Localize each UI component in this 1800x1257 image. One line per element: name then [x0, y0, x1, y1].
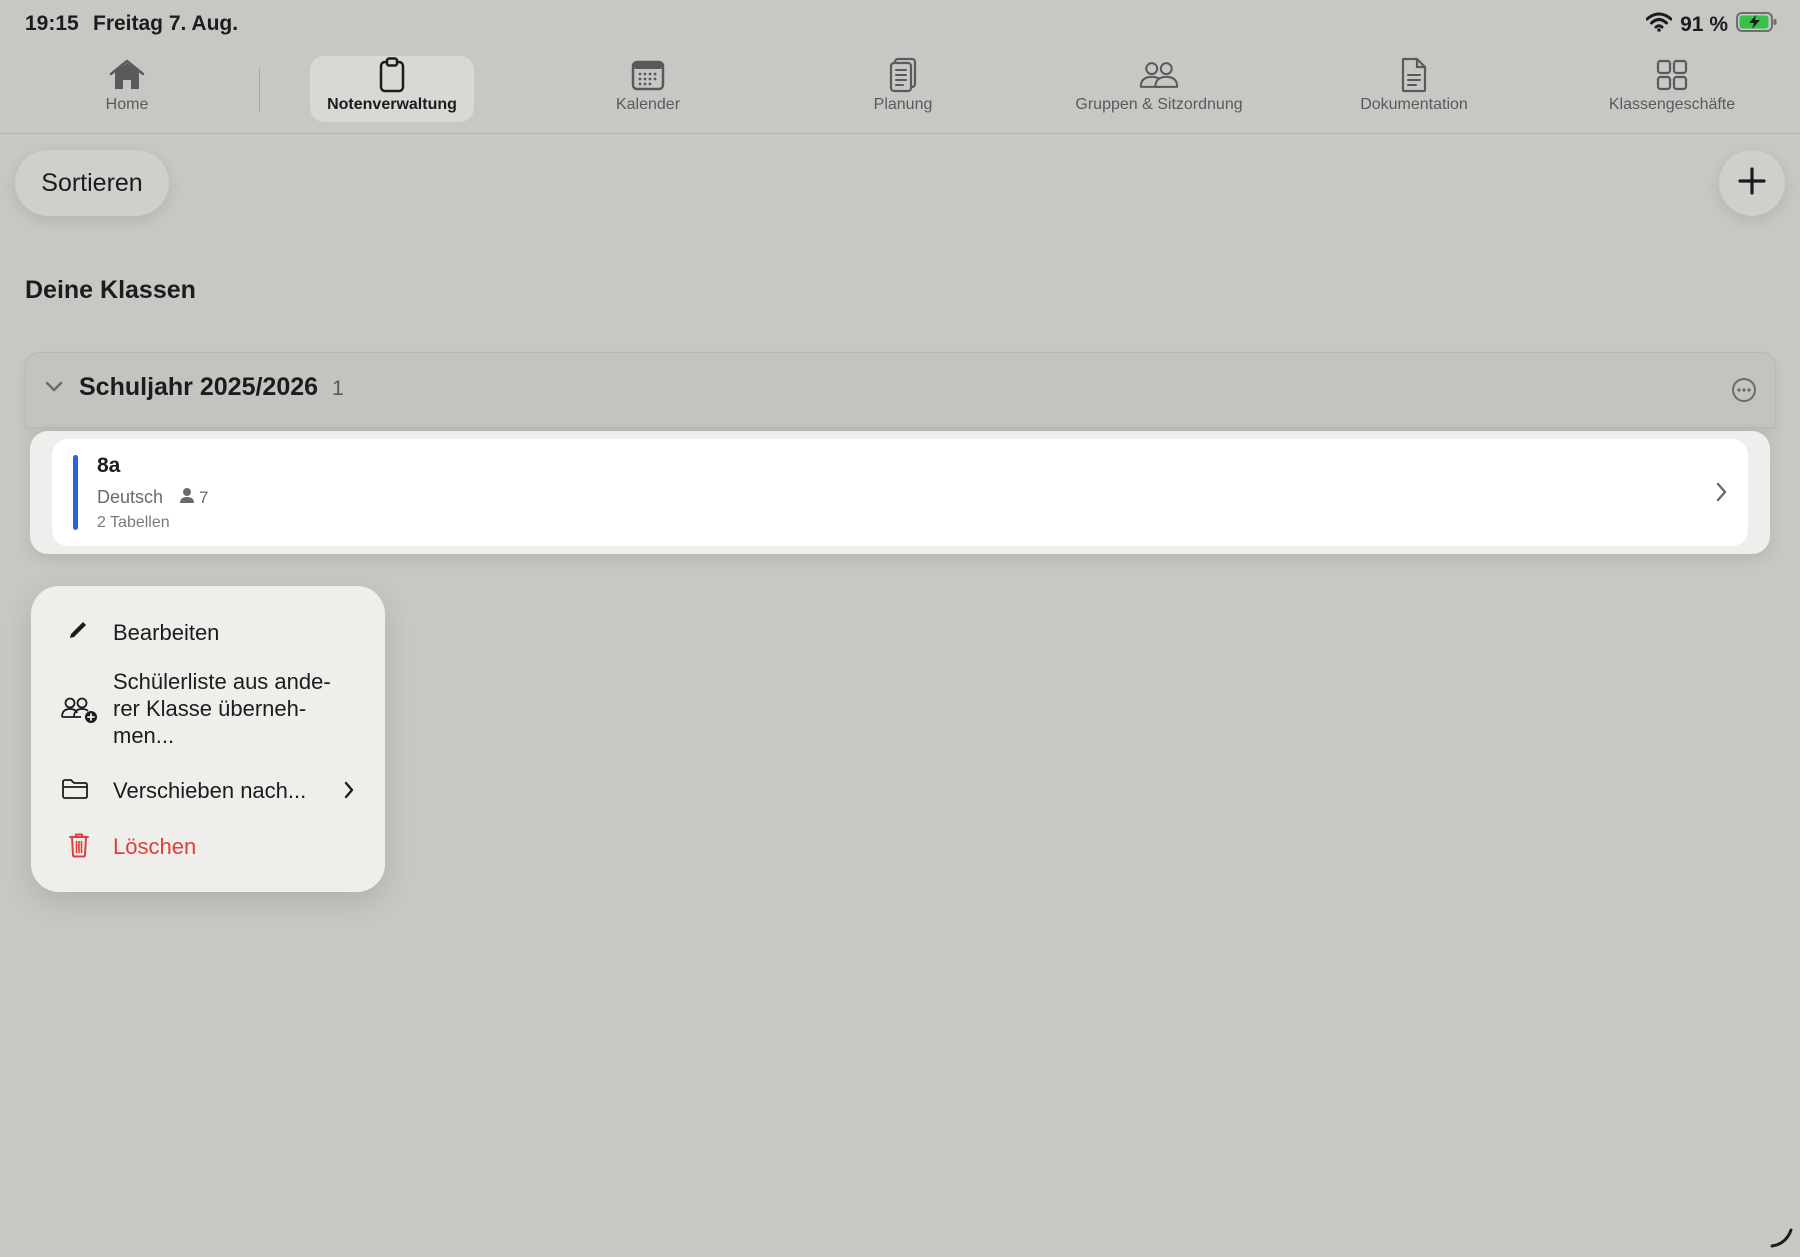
chevron-down-icon[interactable]	[44, 379, 64, 398]
menu-item-delete[interactable]: Löschen	[31, 824, 385, 868]
tab-bar: Home Notenverwaltung Kalender Planung Gr…	[0, 52, 1800, 134]
menu-label: Verschieben nach...	[113, 778, 307, 803]
class-name: 8a	[97, 454, 121, 477]
status-indicators: 91 %	[1645, 11, 1778, 38]
pencil-icon	[67, 619, 89, 646]
wifi-icon	[1645, 12, 1673, 37]
add-class-button[interactable]	[1719, 150, 1785, 216]
plus-icon	[1737, 166, 1767, 201]
class-card[interactable]: 8a Deutsch 7 2 Tabellen	[52, 439, 1748, 546]
house-icon	[107, 56, 147, 94]
sort-button[interactable]: Sortieren	[15, 150, 169, 216]
tab-notenverwaltung[interactable]: Notenverwaltung	[310, 56, 474, 122]
more-options-icon[interactable]	[1731, 377, 1757, 408]
document-stack-icon	[883, 56, 923, 94]
section-title: Deine Klassen	[25, 276, 196, 304]
folder-icon	[61, 778, 89, 805]
class-subject: Deutsch	[97, 487, 164, 507]
tab-label: Home	[105, 96, 149, 113]
battery-percentage: 91 %	[1680, 12, 1728, 36]
calendar-icon	[628, 56, 668, 94]
menu-item-move-to[interactable]: Verschieben nach...	[31, 768, 385, 812]
tab-label: Gruppen & Sitzordnung	[1075, 96, 1243, 113]
tab-label: Klassengeschäfte	[1608, 96, 1736, 113]
trash-icon	[68, 832, 90, 863]
clipboard-icon	[372, 56, 412, 94]
tab-gruppen-sitzordnung[interactable]: Gruppen & Sitzordnung	[1059, 56, 1259, 122]
class-card-highlight: 8a Deutsch 7 2 Tabellen	[30, 431, 1770, 554]
group-count: 1	[332, 377, 344, 400]
tab-kalender[interactable]: Kalender	[588, 56, 708, 122]
menu-label: Bearbeiten	[113, 620, 220, 645]
status-time: 19:15	[25, 12, 79, 35]
chevron-right-icon	[342, 780, 356, 805]
menu-item-edit[interactable]: Bearbeiten	[31, 610, 385, 654]
menu-label-line-1: Schülerliste aus ande-	[113, 669, 331, 694]
tab-label: Notenverwaltung	[327, 96, 457, 113]
context-menu: Bearbeiten Schülerliste aus ande- rer Kl…	[31, 586, 385, 892]
loading-indicator-icon	[1770, 1226, 1794, 1253]
tab-home[interactable]: Home	[77, 56, 177, 122]
student-count-value: 7	[199, 488, 209, 507]
tab-dokumentation[interactable]: Dokumentation	[1339, 56, 1489, 122]
group-title: Schuljahr 2025/2026	[79, 373, 319, 401]
status-date: Freitag 7. Aug.	[93, 12, 239, 35]
class-color-bar	[73, 455, 78, 530]
tab-planung[interactable]: Planung	[843, 56, 963, 122]
tab-label: Kalender	[615, 96, 681, 113]
chevron-right-icon	[1714, 481, 1728, 508]
tab-divider	[259, 68, 260, 112]
status-bar: 19:15 Freitag 7. Aug. 91 %	[0, 0, 1800, 48]
school-year-group-header[interactable]: Schuljahr 2025/2026 1	[25, 352, 1776, 428]
menu-label-line-2: rer Klasse überneh-	[113, 696, 307, 721]
menu-item-import-student-list[interactable]: Schülerliste aus ande- rer Klasse überne…	[31, 668, 385, 752]
tab-label: Planung	[873, 96, 933, 113]
student-count: 7	[179, 487, 208, 509]
document-icon	[1394, 56, 1434, 94]
grid-icon	[1652, 56, 1692, 94]
tab-klassengeschaefte[interactable]: Klassengeschäfte	[1592, 56, 1752, 122]
menu-label: Löschen	[113, 834, 197, 859]
add-people-icon	[61, 696, 99, 729]
battery-charging-icon	[1736, 11, 1778, 38]
tab-label: Dokumentation	[1360, 96, 1468, 113]
class-tables: 2 Tabellen	[97, 514, 170, 531]
menu-label-line-3: men...	[113, 723, 175, 748]
people-icon	[1139, 56, 1179, 94]
person-icon	[179, 487, 195, 509]
